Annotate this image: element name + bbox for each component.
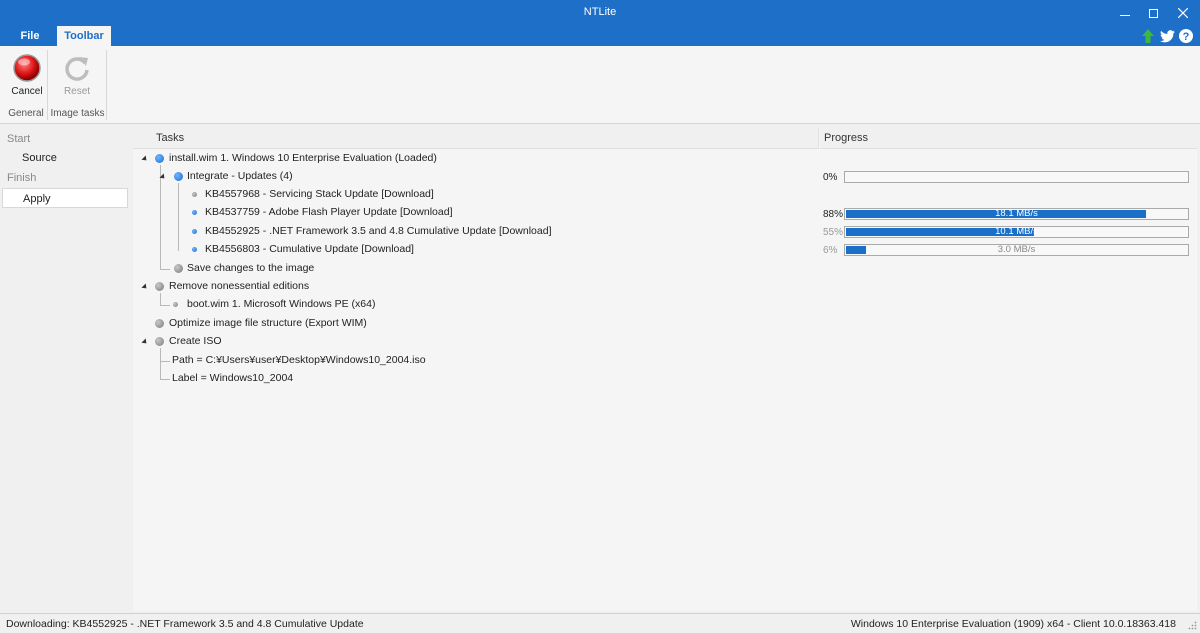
tree-item-save-changes[interactable]: Save changes to the image [133,260,819,278]
tree-item-label: KB4552925 - .NET Framework 3.5 and 4.8 C… [205,225,552,237]
expander-icon[interactable] [141,155,149,163]
reset-label: Reset [63,86,91,97]
progress-speed: 18.1 MB/s [995,208,1038,219]
tree-item-label: Create ISO [169,335,222,347]
green-up-arrow-icon [1142,29,1154,43]
red-stop-icon [13,54,41,82]
progress-bar-integrate [844,171,1189,183]
column-header-progress[interactable]: Progress [820,128,1197,149]
tree-item-iso-label[interactable]: Label = Windows10_2004 [133,370,819,388]
refresh-icon [65,57,89,81]
progress-speed: 3.0 MB/s [997,244,1036,255]
help-icon: ? [1179,29,1193,43]
progress-speed: 10.1 MB/s [995,226,1038,237]
tree-item-label: KB4537759 - Adobe Flash Player Update [D… [205,206,453,218]
progress-bar-kb4552925: 10.1 MB/s [844,226,1189,238]
reset-button[interactable]: Reset [56,50,98,100]
tree-item-label: Optimize image file structure (Export WI… [169,317,367,329]
maximize-button[interactable] [1136,0,1170,26]
status-dot-icon [192,229,197,234]
progress-bar-kb4556803: 3.0 MB/s [844,244,1189,256]
tree-item-label: Label = Windows10_2004 [172,372,294,384]
progress-percent: 6% [823,245,838,256]
ribbon-tabs: File Toolbar ? [0,26,1200,46]
tab-toolbar[interactable]: Toolbar [57,26,111,46]
tree-item-create-iso[interactable]: Create ISO [133,333,819,351]
status-bar: Downloading: KB4552925 - .NET Framework … [0,613,1200,633]
ribbon-separator [47,50,48,120]
status-dot-icon [155,319,164,328]
resize-grip-icon[interactable] [1187,620,1197,630]
status-dot-icon [155,282,164,291]
tree-item-integrate[interactable]: Integrate - Updates (4) [133,168,819,186]
progress-percent: 0% [823,172,838,183]
status-dot-icon [174,264,183,273]
column-header-tasks[interactable]: Tasks [133,128,819,149]
cancel-button[interactable]: Cancel [6,50,48,100]
expander-icon[interactable] [141,283,149,291]
tree-item-kb4556803[interactable]: KB4556803 - Cumulative Update [Download] [133,241,819,259]
status-text-right: Windows 10 Enterprise Evaluation (1909) … [850,618,1176,630]
svg-text:?: ? [1183,31,1190,43]
tree-item-install-wim[interactable]: install.wim 1. Windows 10 Enterprise Eva… [133,150,819,168]
tree-item-label: KB4556803 - Cumulative Update [Download] [205,243,414,255]
help-button[interactable]: ? [1178,28,1194,44]
status-dot-icon [155,337,164,346]
tree-item-kb4557968[interactable]: KB4557968 - Servicing Stack Update [Down… [133,186,819,204]
cancel-label: Cancel [11,86,43,97]
close-button[interactable] [1166,0,1200,26]
twitter-button[interactable] [1159,28,1175,44]
tree-item-label: Integrate - Updates (4) [187,170,293,182]
tab-file[interactable]: File [10,26,50,46]
maximize-icon [1148,8,1158,18]
status-dot-icon [192,192,197,197]
tree-item-optimize[interactable]: Optimize image file structure (Export WI… [133,315,819,333]
sidebar-item-source[interactable]: Source [2,148,128,168]
group-general-label: General [8,108,44,119]
status-text-left: Downloading: KB4552925 - .NET Framework … [6,618,364,630]
sidebar-item-apply[interactable]: Apply [2,188,128,208]
tree-item-label: install.wim 1. Windows 10 Enterprise Eva… [169,152,437,164]
expander-icon[interactable] [141,338,149,346]
title-bar: NTLite [0,0,1200,26]
tree-item-boot-wim[interactable]: boot.wim 1. Microsoft Windows PE (x64) [133,296,819,314]
minimize-icon [1120,14,1130,16]
progress-bar-kb4537759: 18.1 MB/s [844,208,1189,220]
progress-percent: 55% [823,227,844,238]
tree-item-label: KB4557968 - Servicing Stack Update [Down… [205,188,434,200]
sidebar: Start Source Finish Apply [0,128,132,611]
nav-group-start: Start [7,133,31,145]
tree-item-kb4537759[interactable]: KB4537759 - Adobe Flash Player Update [D… [133,204,819,222]
status-dot-icon [155,154,164,163]
tree-item-label: Remove nonessential editions [169,280,310,292]
status-dot-icon [174,172,183,181]
tree-item-remove-editions[interactable]: Remove nonessential editions [133,278,819,296]
twitter-icon [1159,29,1175,42]
task-panel: Tasks Progress install.wim 1. Windows 10… [133,128,1197,611]
status-dot-icon [192,247,197,252]
group-image-tasks-label: Image tasks [50,108,105,119]
expander-icon[interactable] [159,173,167,181]
tree-item-label: Path = C:¥Users¥user¥Desktop¥Windows10_2… [172,354,426,366]
window-title: NTLite [583,6,617,18]
tree-item-iso-path[interactable]: Path = C:¥Users¥user¥Desktop¥Windows10_2… [133,352,819,370]
nav-group-finish: Finish [7,172,37,184]
status-dot-icon [192,210,197,215]
progress-percent: 88% [823,209,844,220]
status-dot-icon [173,302,178,307]
tree-item-kb4552925[interactable]: KB4552925 - .NET Framework 3.5 and 4.8 C… [133,223,819,241]
update-button[interactable] [1140,28,1156,44]
close-icon [1178,8,1188,18]
ribbon-separator [106,50,107,120]
tree-item-label: Save changes to the image [187,262,315,274]
ribbon: Cancel Reset General Image tasks [0,46,1200,124]
tree-item-label: boot.wim 1. Microsoft Windows PE (x64) [187,298,376,310]
